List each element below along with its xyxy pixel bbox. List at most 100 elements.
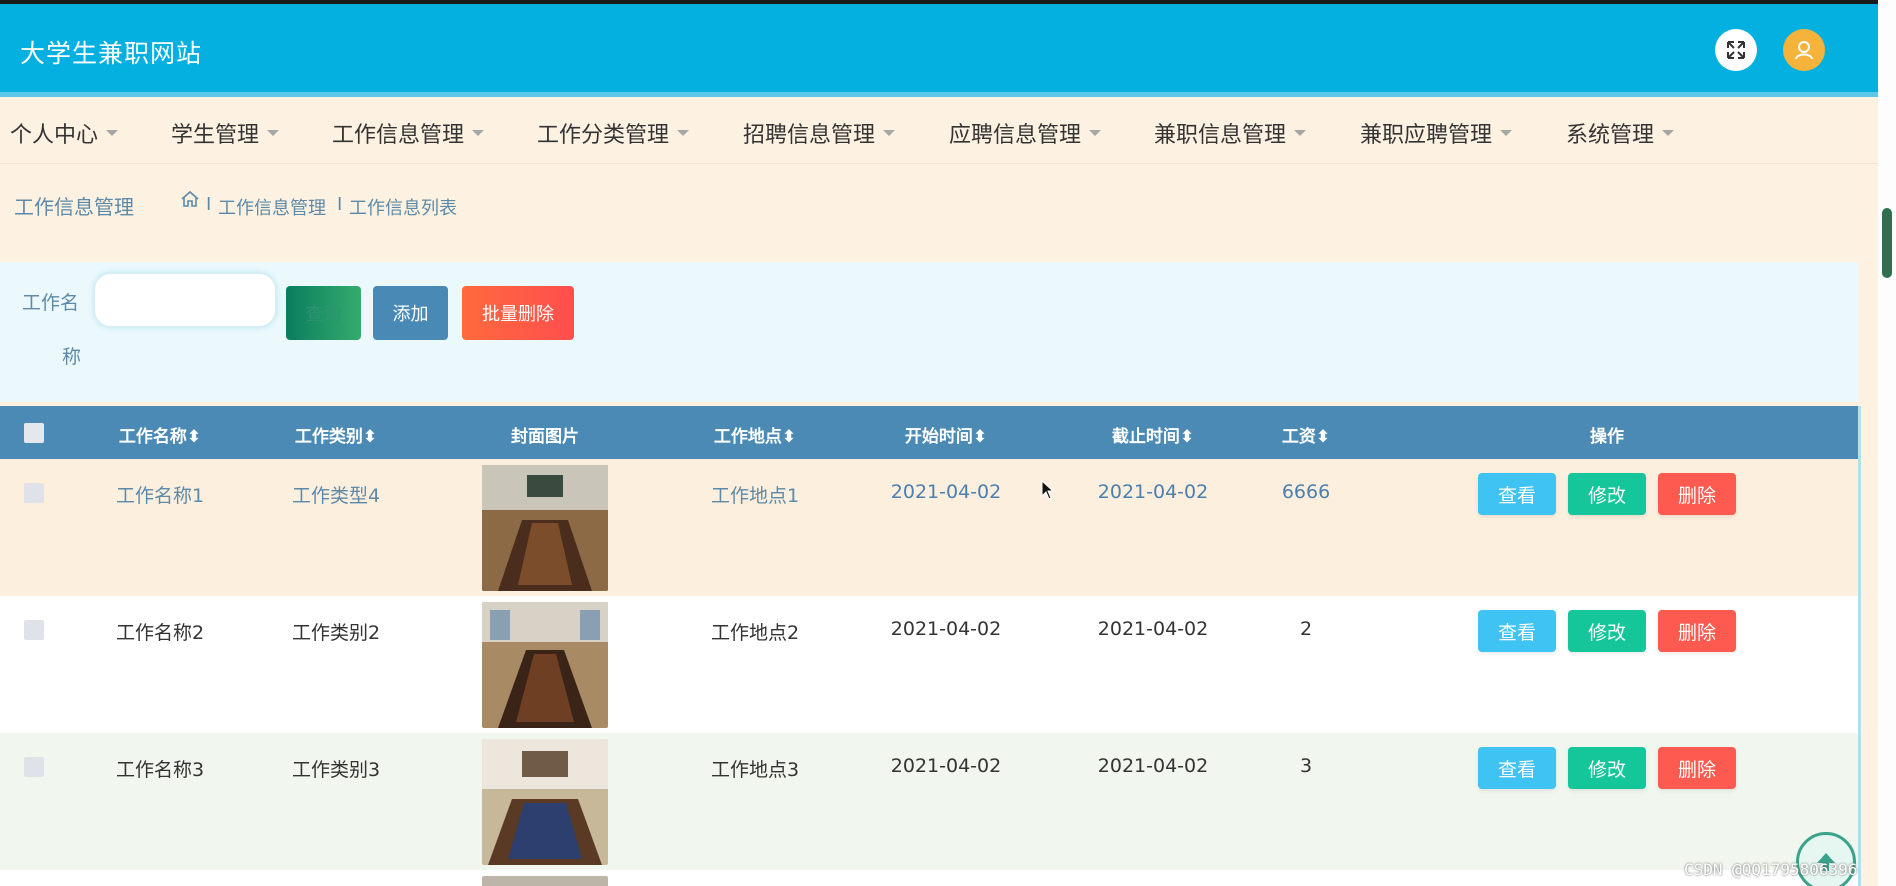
cell-end-date: 2021-04-02 <box>1097 481 1209 503</box>
column-header-category[interactable]: 工作类别⬍ <box>295 422 377 447</box>
cell-start-date: 2021-04-02 <box>890 755 1002 777</box>
breadcrumb-level2: 工作信息列表 <box>349 198 457 219</box>
nav-item-system-management[interactable]: 系统管理 <box>1566 117 1675 149</box>
cell-category: 工作类别2 <box>291 622 381 644</box>
view-button[interactable]: 查看 <box>1478 610 1556 652</box>
chevron-down-icon <box>267 130 280 136</box>
breadcrumb-separator: I <box>206 194 212 215</box>
breadcrumb: 工作信息管理 I 工作信息管理 I 工作信息列表 <box>0 164 1878 244</box>
sort-icon: ⬍ <box>362 427 378 447</box>
column-header-actions: 操作 <box>1590 427 1624 447</box>
breadcrumb-separator: I <box>337 194 343 215</box>
breadcrumb-level1[interactable]: 工作信息管理 <box>218 194 326 220</box>
chevron-down-icon <box>1662 130 1675 136</box>
cell-name: 工作名称1 <box>115 485 205 507</box>
edit-button[interactable]: 修改 <box>1568 610 1646 652</box>
table-row[interactable]: 工作名称2 工作类别2 工作地点2 2021-04-02 2021-04-02 … <box>0 596 1858 733</box>
watermark: CSDN @QQ1795806396 <box>1684 860 1858 879</box>
cell-salary: 6666 <box>1281 481 1331 503</box>
page-title: 工作信息管理 <box>14 195 134 219</box>
app-window: 大学生兼职网站 个人中心 学生管理 工作信息管理 工作分类管理 招聘信息管理 应… <box>0 4 1878 886</box>
row-checkbox[interactable] <box>24 620 44 640</box>
cell-category: 工作类型4 <box>291 485 381 507</box>
cover-image <box>482 602 608 728</box>
cover-image <box>482 876 608 886</box>
sort-icon: ⬍ <box>972 427 988 447</box>
nav-item-job-info-management[interactable]: 工作信息管理 <box>332 117 485 149</box>
nav-item-application-management[interactable]: 应聘信息管理 <box>949 117 1102 149</box>
breadcrumb-home[interactable] <box>180 189 200 213</box>
cell-end-date: 2021-04-02 <box>1097 618 1209 640</box>
sort-icon: ⬍ <box>1179 427 1195 447</box>
cell-name: 工作名称3 <box>115 759 205 781</box>
nav-item-parttime-application-management[interactable]: 兼职应聘管理 <box>1360 117 1513 149</box>
cell-salary: 2 <box>1299 618 1313 640</box>
search-panel: 工作名 称 查询 添加 批量删除 <box>0 262 1858 402</box>
delete-button[interactable]: 删除 <box>1658 610 1736 652</box>
cover-image <box>482 465 608 591</box>
cell-category: 工作类别3 <box>291 759 381 781</box>
cell-name: 工作名称2 <box>115 622 205 644</box>
column-header-start[interactable]: 开始时间⬍ <box>905 422 987 447</box>
chevron-down-icon <box>677 130 690 136</box>
chevron-down-icon <box>106 130 119 136</box>
cell-salary: 3 <box>1299 755 1313 777</box>
nav-item-personal-center[interactable]: 个人中心 <box>10 117 119 149</box>
sort-icon: ⬍ <box>781 427 797 447</box>
column-header-location[interactable]: 工作地点⬍ <box>714 422 796 447</box>
table-header: 工作名称⬍ 工作类别⬍ 封面图片 工作地点⬍ 开始时间⬍ 截止时间⬍ 工资⬍ 操… <box>0 406 1858 459</box>
sort-icon: ⬍ <box>1315 427 1331 447</box>
table-row[interactable]: 工作名称1 工作类型4 工作地点1 2021-04-02 2021-04-02 … <box>0 459 1858 596</box>
column-header-name[interactable]: 工作名称⬍ <box>119 422 201 447</box>
mouse-cursor <box>1041 479 1055 504</box>
chevron-down-icon <box>1500 130 1513 136</box>
job-table: 工作名称⬍ 工作类别⬍ 封面图片 工作地点⬍ 开始时间⬍ 截止时间⬍ 工资⬍ 操… <box>0 406 1861 886</box>
edit-button[interactable]: 修改 <box>1568 747 1646 789</box>
cell-end-date: 2021-04-02 <box>1097 755 1209 777</box>
cell-location: 工作地点1 <box>710 485 800 507</box>
job-name-search-input[interactable] <box>93 272 277 328</box>
column-header-salary[interactable]: 工资⬍ <box>1282 422 1330 447</box>
top-header: 大学生兼职网站 <box>0 4 1878 97</box>
page-scrollbar[interactable] <box>1878 0 1896 886</box>
expand-icon <box>1727 41 1745 59</box>
cell-location: 工作地点2 <box>710 622 800 644</box>
main-nav: 个人中心 学生管理 工作信息管理 工作分类管理 招聘信息管理 应聘信息管理 兼职… <box>0 97 1878 164</box>
column-header-end[interactable]: 截止时间⬍ <box>1112 422 1194 447</box>
chevron-down-icon <box>1294 130 1307 136</box>
nav-item-parttime-info-management[interactable]: 兼职信息管理 <box>1154 117 1307 149</box>
cell-start-date: 2021-04-02 <box>890 618 1002 640</box>
home-icon <box>181 190 199 207</box>
chevron-down-icon <box>883 130 896 136</box>
search-label: 工作名 <box>22 292 80 314</box>
column-header-cover: 封面图片 <box>511 427 579 447</box>
site-title: 大学生兼职网站 <box>20 39 203 68</box>
cell-location: 工作地点3 <box>710 759 800 781</box>
select-all-checkbox[interactable] <box>24 423 44 443</box>
user-avatar-button[interactable] <box>1783 29 1825 71</box>
cell-start-date: 2021-04-02 <box>890 481 1002 503</box>
fullscreen-button[interactable] <box>1715 29 1757 71</box>
query-button[interactable]: 查询 <box>286 286 361 340</box>
search-label-wrap: 称 <box>62 346 82 368</box>
row-checkbox[interactable] <box>24 757 44 777</box>
edit-button[interactable]: 修改 <box>1568 473 1646 515</box>
nav-item-job-category-management[interactable]: 工作分类管理 <box>537 117 690 149</box>
cover-image <box>482 739 608 865</box>
page-scrollbar-thumb[interactable] <box>1882 208 1892 278</box>
delete-button[interactable]: 删除 <box>1658 473 1736 515</box>
row-checkbox[interactable] <box>24 483 44 503</box>
add-button[interactable]: 添加 <box>373 286 448 340</box>
chevron-down-icon <box>1089 130 1102 136</box>
sort-icon: ⬍ <box>186 427 202 447</box>
nav-item-recruitment-management[interactable]: 招聘信息管理 <box>743 117 896 149</box>
nav-item-student-management[interactable]: 学生管理 <box>171 117 280 149</box>
view-button[interactable]: 查看 <box>1478 747 1556 789</box>
table-row[interactable] <box>0 870 1858 886</box>
delete-button[interactable]: 删除 <box>1658 747 1736 789</box>
chevron-down-icon <box>472 130 485 136</box>
table-row[interactable]: 工作名称3 工作类别3 工作地点3 2021-04-02 2021-04-02 … <box>0 733 1858 870</box>
view-button[interactable]: 查看 <box>1478 473 1556 515</box>
user-icon <box>1795 41 1813 60</box>
batch-delete-button[interactable]: 批量删除 <box>462 286 574 340</box>
